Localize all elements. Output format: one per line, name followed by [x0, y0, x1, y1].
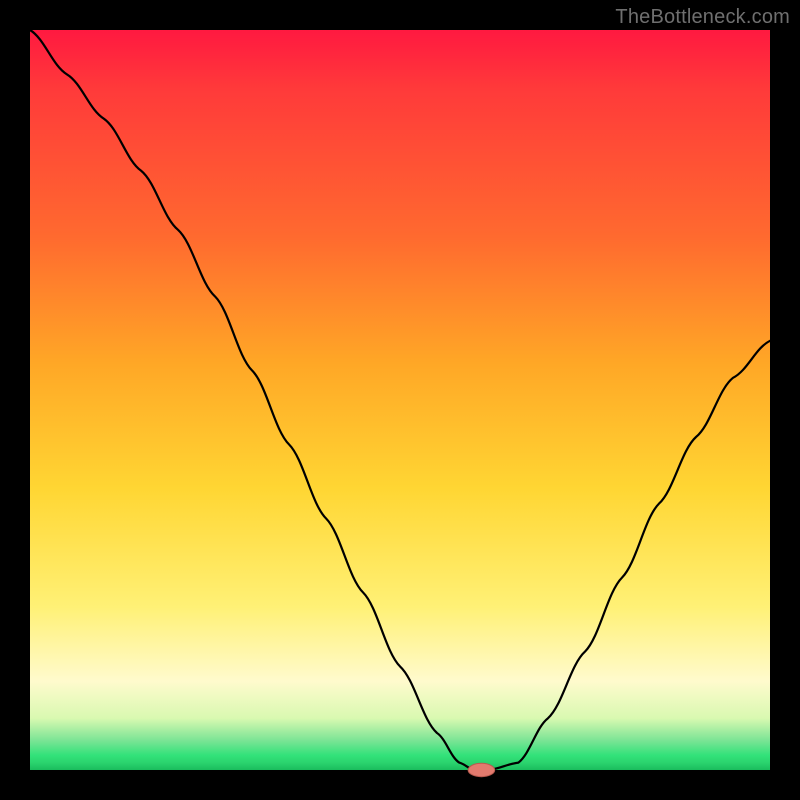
chart-frame: TheBottleneck.com	[0, 0, 800, 800]
bottleneck-curve	[30, 30, 770, 770]
plot-svg	[30, 30, 770, 770]
minimum-marker	[468, 763, 495, 776]
plot-area	[30, 30, 770, 770]
watermark-text: TheBottleneck.com	[615, 6, 790, 29]
